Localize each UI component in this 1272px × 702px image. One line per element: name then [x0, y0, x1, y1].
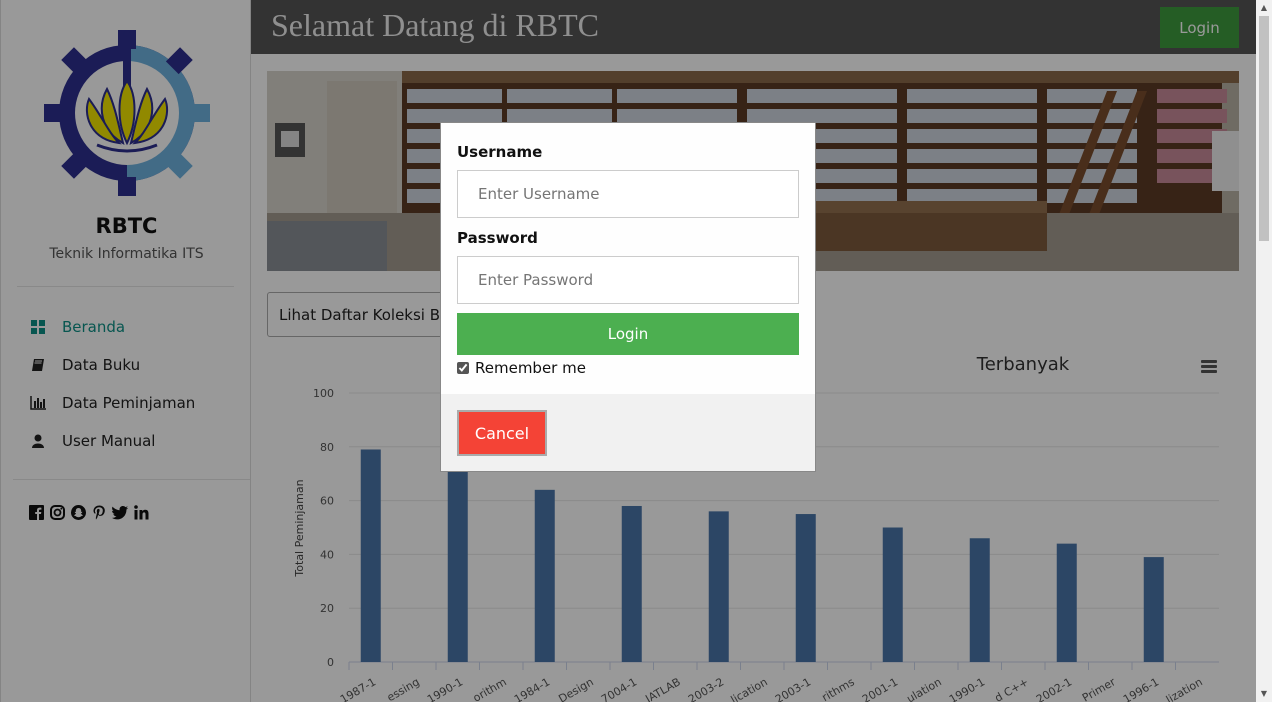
- password-input[interactable]: [457, 256, 799, 304]
- remember-me[interactable]: Remember me: [457, 359, 586, 377]
- modal-footer: Cancel: [441, 394, 815, 471]
- scroll-down-arrow-icon[interactable]: ▼: [1256, 686, 1272, 702]
- cancel-button[interactable]: Cancel: [457, 410, 547, 456]
- remember-me-checkbox[interactable]: [457, 362, 469, 374]
- password-label: Password: [457, 229, 538, 247]
- username-label: Username: [457, 143, 543, 161]
- login-modal: Username Password Login Remember me Canc…: [440, 122, 816, 472]
- login-form: Username Password Login Remember me: [441, 123, 815, 394]
- username-input[interactable]: [457, 170, 799, 218]
- scroll-up-arrow-icon[interactable]: ▲: [1256, 0, 1272, 16]
- scrollbar[interactable]: ▲ ▼: [1256, 0, 1272, 702]
- scroll-thumb[interactable]: [1259, 16, 1269, 241]
- login-submit-button[interactable]: Login: [457, 313, 799, 355]
- remember-me-label: Remember me: [475, 359, 586, 377]
